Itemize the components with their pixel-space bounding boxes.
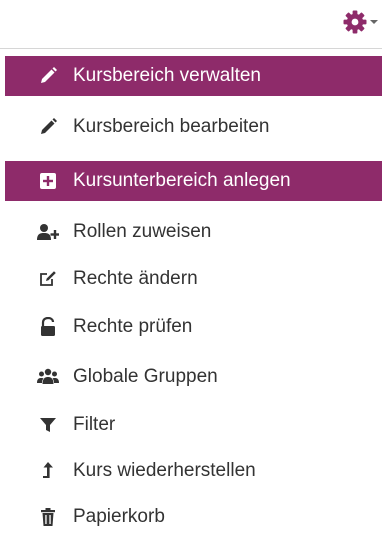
users-icon	[37, 366, 59, 388]
pencil-icon	[37, 65, 59, 87]
menu-item-label: Papierkorb	[73, 506, 165, 527]
menu-item-label: Rechte prüfen	[73, 316, 193, 337]
menu-item-rollen-zuweisen[interactable]: Rollen zuweisen	[0, 212, 382, 252]
menu-item-rechte-aendern[interactable]: Rechte ändern	[0, 259, 382, 299]
menu-item-globale-gruppen[interactable]: Globale Gruppen	[0, 357, 382, 397]
menu-item-kursbereich-verwalten[interactable]: Kursbereich verwalten	[5, 56, 382, 96]
menu-item-kursbereich-bearbeiten[interactable]: Kursbereich bearbeiten	[0, 107, 382, 147]
menu-item-rechte-pruefen[interactable]: Rechte prüfen	[0, 307, 382, 347]
menu-item-label: Kurs wiederherstellen	[73, 460, 256, 481]
menu-item-label: Rollen zuweisen	[73, 221, 212, 242]
filter-icon	[37, 414, 59, 436]
edit-box-icon	[37, 268, 59, 290]
admin-menu-page: Kursbereich verwalten Kursbereich bearbe…	[0, 0, 382, 537]
level-up-icon	[37, 460, 59, 482]
trash-icon	[37, 506, 59, 528]
top-bar	[0, 0, 382, 44]
menu-item-label: Rechte ändern	[73, 268, 198, 289]
menu-item-filter[interactable]: Filter	[0, 405, 382, 445]
menu-item-label: Kursbereich bearbeiten	[73, 116, 270, 137]
plus-square-icon	[37, 170, 59, 192]
menu-item-kurs-wiederherstellen[interactable]: Kurs wiederherstellen	[0, 451, 382, 491]
settings-menu-trigger[interactable]	[342, 6, 378, 38]
menu-item-papierkorb[interactable]: Papierkorb	[0, 497, 382, 537]
menu-item-label: Kursbereich verwalten	[73, 65, 261, 86]
menu-item-label: Filter	[73, 414, 116, 435]
user-plus-icon	[37, 221, 59, 243]
menu-item-label: Kursunterbereich anlegen	[73, 170, 291, 191]
pencil-icon	[37, 116, 59, 138]
unlock-icon	[37, 316, 59, 338]
gear-icon	[342, 9, 368, 35]
settings-dropdown-menu: Kursbereich verwalten Kursbereich bearbe…	[0, 48, 382, 527]
menu-item-label: Globale Gruppen	[73, 366, 218, 387]
caret-down-icon	[370, 18, 378, 26]
menu-item-kursunterbereich-anlegen[interactable]: Kursunterbereich anlegen	[5, 161, 382, 201]
